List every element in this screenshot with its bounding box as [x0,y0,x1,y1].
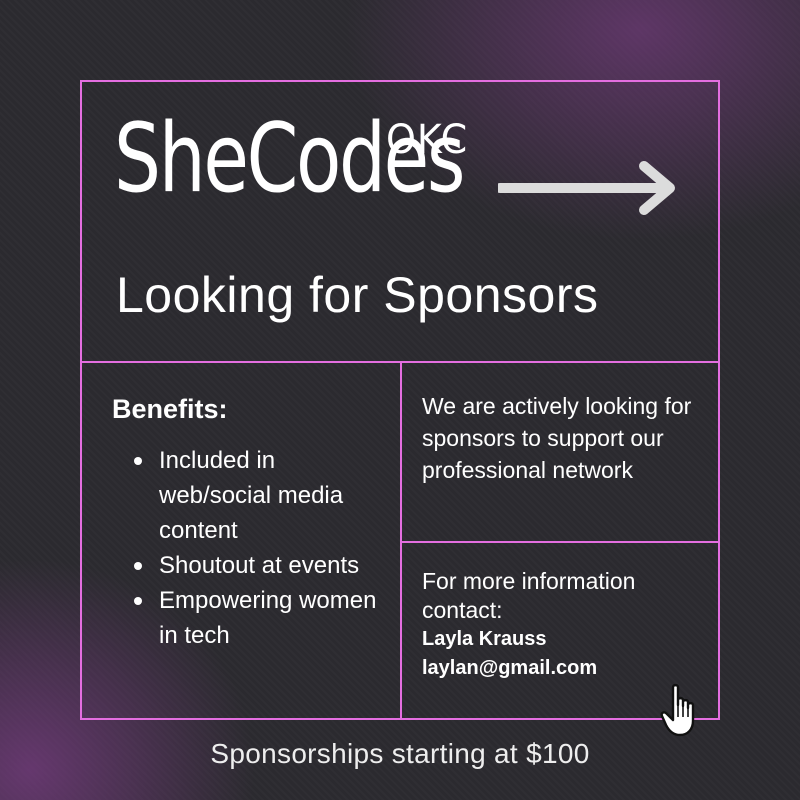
benefits-title: Benefits: [112,394,228,424]
benefits-section: Benefits: Included in web/social media c… [112,394,392,653]
divider-horizontal-right [400,541,720,543]
contact-section: For more information contact: Layla Krau… [422,567,712,683]
logo-city: OKC [386,117,469,163]
hand-pointer-icon [660,683,695,737]
contact-name: Layla Krauss [422,628,547,650]
page-title: Looking for Sponsors [116,267,599,323]
contact-intro: For more information contact: [422,568,636,623]
contact-email[interactable]: laylan@gmail.com [422,654,712,683]
footer-note: Sponsorships starting at $100 [210,738,590,769]
list-item: Included in web/social media content [112,443,392,548]
sponsor-info-text: We are actively looking for sponsors to … [422,393,692,483]
arrow-right-icon [498,161,675,215]
list-item: Shoutout at events [112,548,392,583]
benefits-list: Included in web/social media content Sho… [112,443,392,653]
list-item: Empowering women in tech [112,583,392,653]
shecodes-logo: SheCodes OKC [114,112,484,242]
